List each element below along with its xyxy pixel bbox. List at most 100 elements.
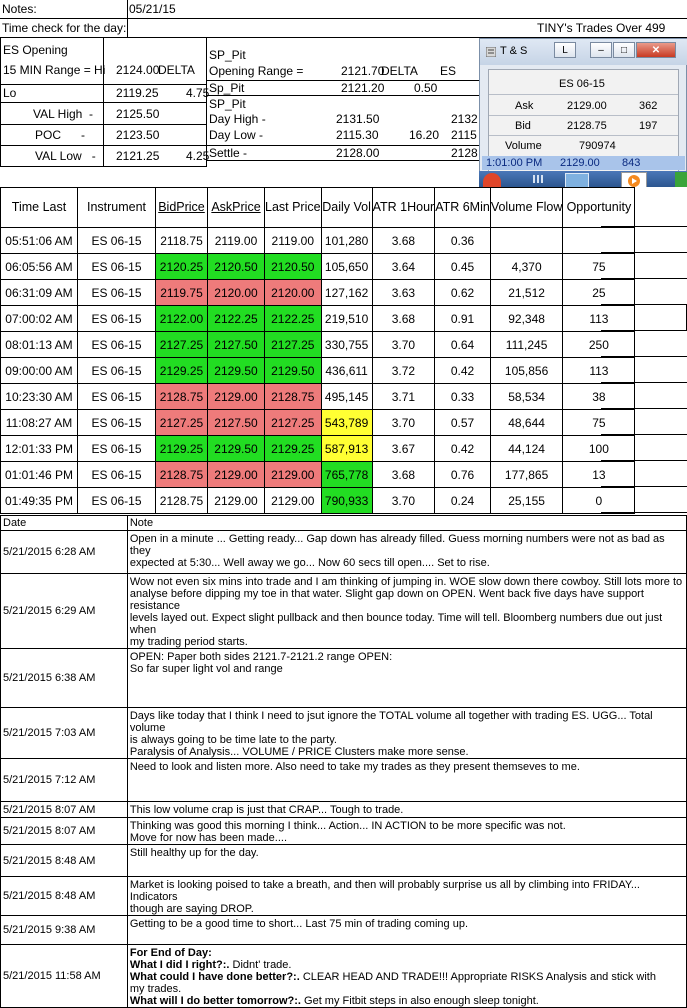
eod-line: What I did I right?:. Didnt' trade.: [129, 959, 292, 971]
range-value: 2124.00: [116, 63, 160, 77]
link-button[interactable]: L: [554, 42, 576, 58]
note-text-cell[interactable]: Getting to be a good time to short... La…: [126, 915, 687, 945]
atr-1hour-cell: 3.68: [371, 461, 436, 488]
note-text-cell[interactable]: Open in a minute ... Getting ready... Ga…: [126, 530, 687, 574]
ts-title: T & S: [500, 45, 528, 57]
note-line: Market is looking poised to take a breat…: [129, 879, 640, 903]
volume-flow-cell: 25,155: [489, 487, 564, 514]
grip-icon[interactable]: [533, 175, 545, 183]
note-row[interactable]: 5/21/2015 6:29 AM Wow not even six mins i…: [0, 573, 687, 649]
note-row[interactable]: 5/21/2015 8:48 AM Still healthy up for th…: [0, 844, 687, 877]
table-row[interactable]: 01:01:46 PM ES 06-15 2128.75 2129.00 2129.00…: [0, 461, 636, 488]
daily-vol-cell: 790,933: [320, 487, 373, 514]
ask-price-cell: 2120.00: [207, 279, 265, 306]
bid-price-cell: 2122.00: [155, 305, 208, 332]
bid-price: 2128.75: [567, 120, 607, 132]
minimize-button[interactable]: –: [590, 42, 612, 58]
atr-1hour-cell: 3.68: [371, 227, 436, 254]
date-value[interactable]: 05/21/15: [129, 2, 176, 16]
note-row[interactable]: 5/21/2015 11:58 AM For End of Day: What I …: [0, 944, 687, 1008]
note-text-cell[interactable]: Wow not even six mins into trade and I a…: [126, 573, 687, 649]
atr-6min-cell: 0.45: [434, 253, 491, 280]
note-line: is always going to be time late to the p…: [129, 734, 337, 746]
note-row[interactable]: 5/21/2015 8:07 AM This low volume crap is…: [0, 801, 687, 818]
maximize-button[interactable]: □: [613, 42, 635, 58]
table-row[interactable]: 07:00:02 AM ES 06-15 2122.00 2122.25 2122.25…: [0, 305, 636, 332]
column-header[interactable]: Last Price: [264, 187, 322, 228]
app-icon[interactable]: [675, 172, 687, 187]
instrument-cell: ES 06-15: [77, 253, 156, 280]
volume-value: 790974: [579, 140, 616, 152]
opportunity-cell: 75: [562, 409, 636, 436]
table-row[interactable]: 08:01:13 AM ES 06-15 2127.25 2127.50 2127.25…: [0, 331, 636, 358]
note-text-cell[interactable]: Need to look and listen more. Also need …: [126, 758, 687, 802]
note-row[interactable]: 5/21/2015 7:03 AM Days like today that I …: [0, 707, 687, 759]
column-header[interactable]: Time Last: [0, 187, 78, 228]
daily-vol-cell: 587,913: [320, 435, 373, 462]
daily-vol-cell: 436,611: [320, 357, 373, 384]
note-row[interactable]: 5/21/2015 8:07 AM Thinking was good this …: [0, 817, 687, 845]
column-header[interactable]: ATR 6Min: [434, 187, 491, 228]
column-header[interactable]: Instrument: [77, 187, 156, 228]
time-and-sales-window[interactable]: T & S L – □ ✕ ES 06-15 Ask 2129.00 362 B…: [479, 38, 687, 187]
table-row[interactable]: 10:23:30 AM ES 06-15 2128.75 2129.00 2128.75…: [0, 383, 636, 410]
column-header[interactable]: BidPrice: [155, 187, 208, 228]
note-text-cell[interactable]: This low volume crap is just that CRAP..…: [126, 801, 687, 818]
table-row[interactable]: 01:49:35 PM ES 06-15 2128.75 2129.00 2129.00…: [0, 487, 636, 514]
note-row[interactable]: 5/21/2015 8:48 AM Market is looking poise…: [0, 876, 687, 916]
ts-status-row[interactable]: 1:01:00 PM 2129.00 843: [482, 156, 685, 170]
note-row[interactable]: 5/21/2015 7:12 AM Need to look and listen…: [0, 758, 687, 802]
column-header[interactable]: Daily Vol: [320, 187, 373, 228]
media-player-icon[interactable]: [621, 172, 647, 187]
day-low-value: 2115.30: [336, 128, 379, 142]
instrument-cell: ES 06-15: [77, 331, 156, 358]
note-text-cell[interactable]: Market is looking poised to take a breat…: [126, 876, 687, 916]
column-header[interactable]: ATR 1Hour: [371, 187, 436, 228]
es-opening-label: ES Opening: [3, 43, 68, 57]
bid-price-cell: 2127.25: [155, 331, 208, 358]
time-last-cell: 01:49:35 PM: [0, 487, 78, 514]
instrument-cell: ES 06-15: [77, 227, 156, 254]
opportunity-cell: 113: [562, 305, 636, 332]
close-button[interactable]: ✕: [636, 42, 676, 58]
status-size: 843: [622, 157, 641, 169]
lo-label: Lo: [3, 86, 17, 100]
note-line: Thinking was good this morning I think..…: [129, 820, 566, 832]
start-orb-icon[interactable]: [483, 173, 501, 187]
bid-price-cell: 2128.75: [155, 383, 208, 410]
column-header[interactable]: AskPrice: [207, 187, 265, 228]
note-row[interactable]: 5/21/2015 9:38 AM Getting to be a good ti…: [0, 915, 687, 945]
day-low-delta: 16.20: [409, 128, 440, 142]
note-row[interactable]: 5/21/2015 6:28 AM Open in a minute ... Ge…: [0, 530, 687, 574]
note-text-cell[interactable]: Thinking was good this morning I think..…: [126, 817, 687, 845]
daily-vol-cell: 765,778: [320, 461, 373, 488]
note-line: OPEN: Paper both sides 2121.7-2121.2 ran…: [129, 651, 393, 663]
note-line: levels layed out. Expect slight pullback…: [129, 612, 663, 636]
table-row[interactable]: 09:00:00 AM ES 06-15 2129.25 2129.50 2129.50…: [0, 357, 636, 384]
poc-label: POC -: [35, 128, 86, 142]
instrument-cell: ES 06-15: [77, 487, 156, 514]
divider: [601, 278, 687, 279]
note-row[interactable]: 5/21/2015 6:38 AM OPEN: Paper both sides …: [0, 648, 687, 708]
column-header[interactable]: Volume Flow: [489, 187, 564, 228]
volume-flow-cell: 21,512: [489, 279, 564, 306]
table-row[interactable]: 05:51:06 AM ES 06-15 2118.75 2119.00 2119.00…: [0, 227, 636, 254]
volume-label: Volume: [505, 140, 542, 152]
bid-price-cell: 2128.75: [155, 487, 208, 514]
folder-icon[interactable]: [565, 173, 589, 187]
note-line: So far super light vol and range: [129, 663, 283, 675]
note-text-cell[interactable]: Days like today that I think I need to j…: [126, 707, 687, 759]
note-text-cell[interactable]: For End of Day: What I did I right?:. Did…: [126, 944, 687, 1008]
note-text-cell[interactable]: Still healthy up for the day.: [126, 844, 687, 877]
table-row[interactable]: 06:05:56 AM ES 06-15 2120.25 2120.50 2120.50…: [0, 253, 636, 280]
ts-title-bar[interactable]: T & S L – □ ✕: [480, 39, 687, 65]
table-row[interactable]: 11:08:27 AM ES 06-15 2127.25 2127.50 2127.25…: [0, 409, 636, 436]
column-header[interactable]: Opportunity: [562, 187, 636, 228]
table-row[interactable]: 12:01:33 PM ES 06-15 2129.25 2129.50 2129.25…: [0, 435, 636, 462]
divider: [601, 434, 687, 435]
last-price-cell: 2122.25: [264, 305, 322, 332]
note-text-cell[interactable]: OPEN: Paper both sides 2121.7-2121.2 ran…: [126, 648, 687, 708]
opportunity-cell: 38: [562, 383, 636, 410]
opportunity-cell: 75: [562, 253, 636, 280]
table-row[interactable]: 06:31:09 AM ES 06-15 2119.75 2120.00 2120.00…: [0, 279, 636, 306]
